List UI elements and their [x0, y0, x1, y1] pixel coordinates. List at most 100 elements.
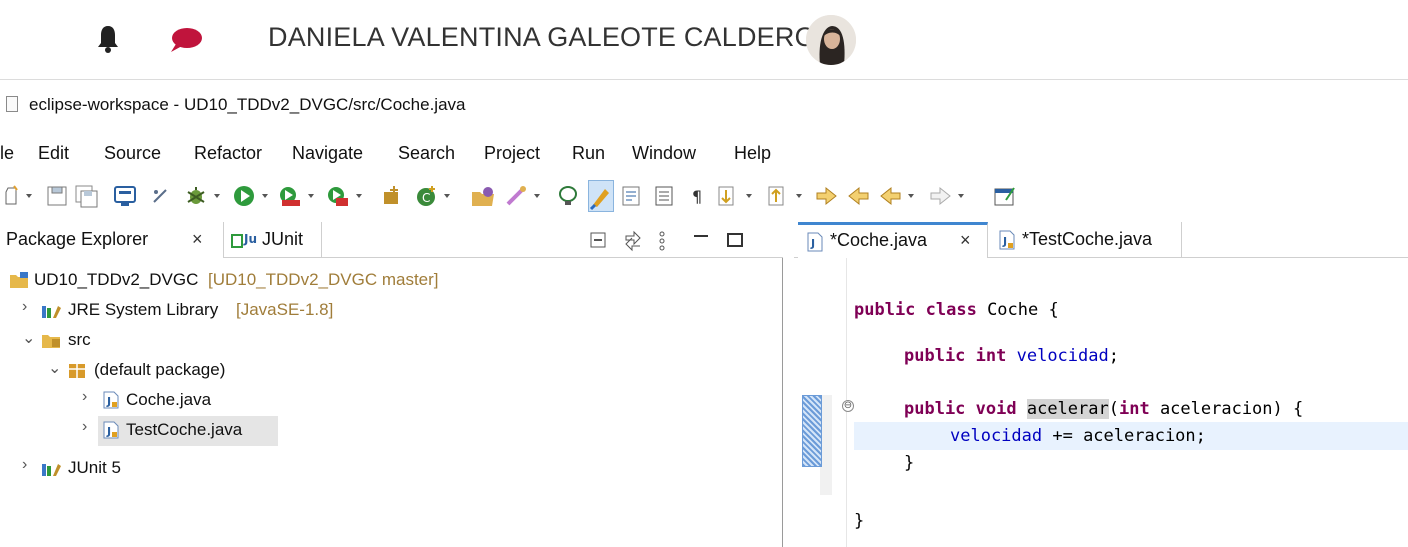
avatar-photo-icon [806, 15, 856, 65]
last-edit-location-icon[interactable] [814, 184, 840, 208]
tab-junit[interactable]: Ju JUnit [226, 222, 322, 258]
window-title-bar: eclipse-workspace - UD10_TDDv2_DVGC/src/… [0, 92, 1408, 122]
tree-item-testcoche-java[interactable]: › J TestCoche.java [0, 416, 780, 446]
code-line-3[interactable]: public void acelerar(int aceleracion) { [904, 399, 1303, 419]
svg-text:J: J [106, 425, 111, 438]
package-explorer-header: Package Explorer × Ju JUnit [0, 222, 783, 258]
expand-twisty[interactable]: › [22, 456, 27, 474]
show-whitespace-icon[interactable]: ¶ [686, 184, 712, 208]
tree-item-default-package[interactable]: ⌄ (default package) [0, 356, 780, 386]
code-line-5[interactable]: } [904, 453, 914, 473]
code-line-6[interactable]: } [854, 511, 864, 531]
menu-navigate[interactable]: Navigate [292, 143, 363, 164]
svg-text:C: C [422, 191, 430, 205]
svg-text:Ju: Ju [243, 232, 257, 246]
link-with-editor-icon[interactable] [622, 230, 644, 252]
java-file-icon: J [103, 391, 119, 409]
mark-occurrences-toggle[interactable] [588, 180, 614, 212]
code-text: aceleracion) { [1149, 399, 1304, 419]
menu-file[interactable]: le [0, 143, 14, 164]
annotation-icon[interactable] [556, 184, 582, 208]
menu-project[interactable]: Project [484, 143, 540, 164]
expand-twisty[interactable]: › [82, 388, 87, 406]
tree-item-project[interactable]: UD10_TDDv2_DVGC [UD10_TDDv2_DVGC master] [0, 266, 780, 296]
tree-item-src[interactable]: ⌄ src [0, 326, 780, 356]
save-all-icon[interactable] [74, 184, 100, 208]
menu-edit[interactable]: Edit [38, 143, 69, 164]
collapse-twisty[interactable]: ⌄ [48, 358, 61, 378]
word-wrap-icon[interactable] [620, 184, 646, 208]
code-text: += aceleracion; [1042, 426, 1206, 446]
tree-item-jre-library[interactable]: › JRE System Library [JavaSE-1.8] [0, 296, 780, 326]
chat-icon[interactable] [168, 27, 204, 53]
expand-twisty[interactable]: › [22, 298, 27, 316]
keyword: public void [904, 399, 1017, 419]
code-text: ( [1108, 399, 1119, 419]
previous-annotation-icon[interactable] [766, 184, 810, 208]
method-name-highlighted: acelerar [1026, 399, 1109, 419]
window-title: eclipse-workspace - UD10_TDDv2_DVGC/src/… [29, 95, 466, 114]
collapse-twisty[interactable]: ⌄ [22, 328, 35, 348]
open-type-icon[interactable] [470, 184, 496, 208]
tab-coche-java[interactable]: J *Coche.java × [798, 222, 988, 258]
open-perspective-icon[interactable] [992, 184, 1018, 208]
tree-item-decoration: [JavaSE-1.8] [236, 300, 334, 319]
run-icon[interactable] [232, 184, 276, 208]
menu-search[interactable]: Search [398, 143, 455, 164]
source-folder-icon [42, 335, 60, 348]
external-tools-icon[interactable] [326, 184, 370, 208]
tree-item-label: JRE System Library [68, 300, 219, 319]
user-bar: DANIELA VALENTINA GALEOTE CALDERON [0, 0, 1408, 80]
code-line-2[interactable]: public int velocidad; [904, 346, 1119, 366]
fold-toggle-icon[interactable]: ⊖ [842, 400, 854, 412]
maximize-icon[interactable] [724, 230, 746, 252]
code-line-1[interactable]: public class Coche { [854, 300, 1059, 320]
menu-help[interactable]: Help [734, 143, 771, 164]
next-annotation-icon[interactable] [716, 184, 760, 208]
code-text: Coche { [976, 300, 1059, 320]
skip-breakpoints-icon[interactable] [148, 184, 174, 208]
close-icon[interactable]: × [960, 230, 971, 251]
coverage-icon[interactable] [278, 184, 322, 208]
minimize-icon[interactable] [690, 230, 712, 252]
back-with-history-icon[interactable] [846, 184, 872, 208]
console-icon[interactable] [112, 184, 138, 208]
library-icon [42, 306, 61, 318]
collapse-all-icon[interactable] [588, 230, 610, 252]
code-text: } [904, 453, 915, 473]
tab-testcoche-java[interactable]: J *TestCoche.java [990, 222, 1182, 258]
forward-icon[interactable] [928, 184, 972, 208]
keyword: public class [854, 300, 977, 320]
expand-twisty[interactable]: › [82, 418, 87, 436]
new-package-icon[interactable] [380, 184, 406, 208]
package-explorer-panel: Package Explorer × Ju JUnit UD10_TDDv2_D… [0, 222, 783, 547]
tab-label: Package Explorer [6, 229, 149, 249]
new-class-icon[interactable]: C [414, 184, 458, 208]
tab-package-explorer[interactable]: Package Explorer × [0, 222, 224, 258]
package-icon [69, 364, 85, 378]
debug-icon[interactable] [184, 184, 228, 208]
svg-text:J: J [106, 395, 111, 408]
bell-icon[interactable] [96, 24, 120, 54]
back-icon[interactable] [878, 184, 922, 208]
avatar[interactable] [806, 15, 856, 65]
block-selection-icon[interactable] [652, 184, 678, 208]
keyword: int [1118, 399, 1150, 419]
menu-run[interactable]: Run [572, 143, 605, 164]
tree-item-decoration: [UD10_TDDv2_DVGC master] [208, 270, 439, 289]
menu-source[interactable]: Source [104, 143, 161, 164]
tree-item-label: (default package) [94, 360, 226, 379]
menu-window[interactable]: Window [632, 143, 696, 164]
search-icon[interactable] [504, 184, 548, 208]
close-icon[interactable]: × [192, 229, 203, 250]
tree-item-junit5[interactable]: › JUnit 5 [0, 454, 780, 484]
view-menu-icon[interactable] [654, 230, 670, 252]
save-icon[interactable] [44, 184, 70, 208]
change-marker[interactable] [802, 395, 822, 467]
new-icon[interactable] [2, 184, 40, 208]
code-line-4[interactable]: velocidad += aceleracion; [950, 426, 1206, 446]
user-name[interactable]: DANIELA VALENTINA GALEOTE CALDERON [268, 22, 835, 53]
java-file-icon: J [999, 230, 1015, 250]
menu-refactor[interactable]: Refactor [194, 143, 262, 164]
tree-item-coche-java[interactable]: › J Coche.java [0, 386, 780, 416]
